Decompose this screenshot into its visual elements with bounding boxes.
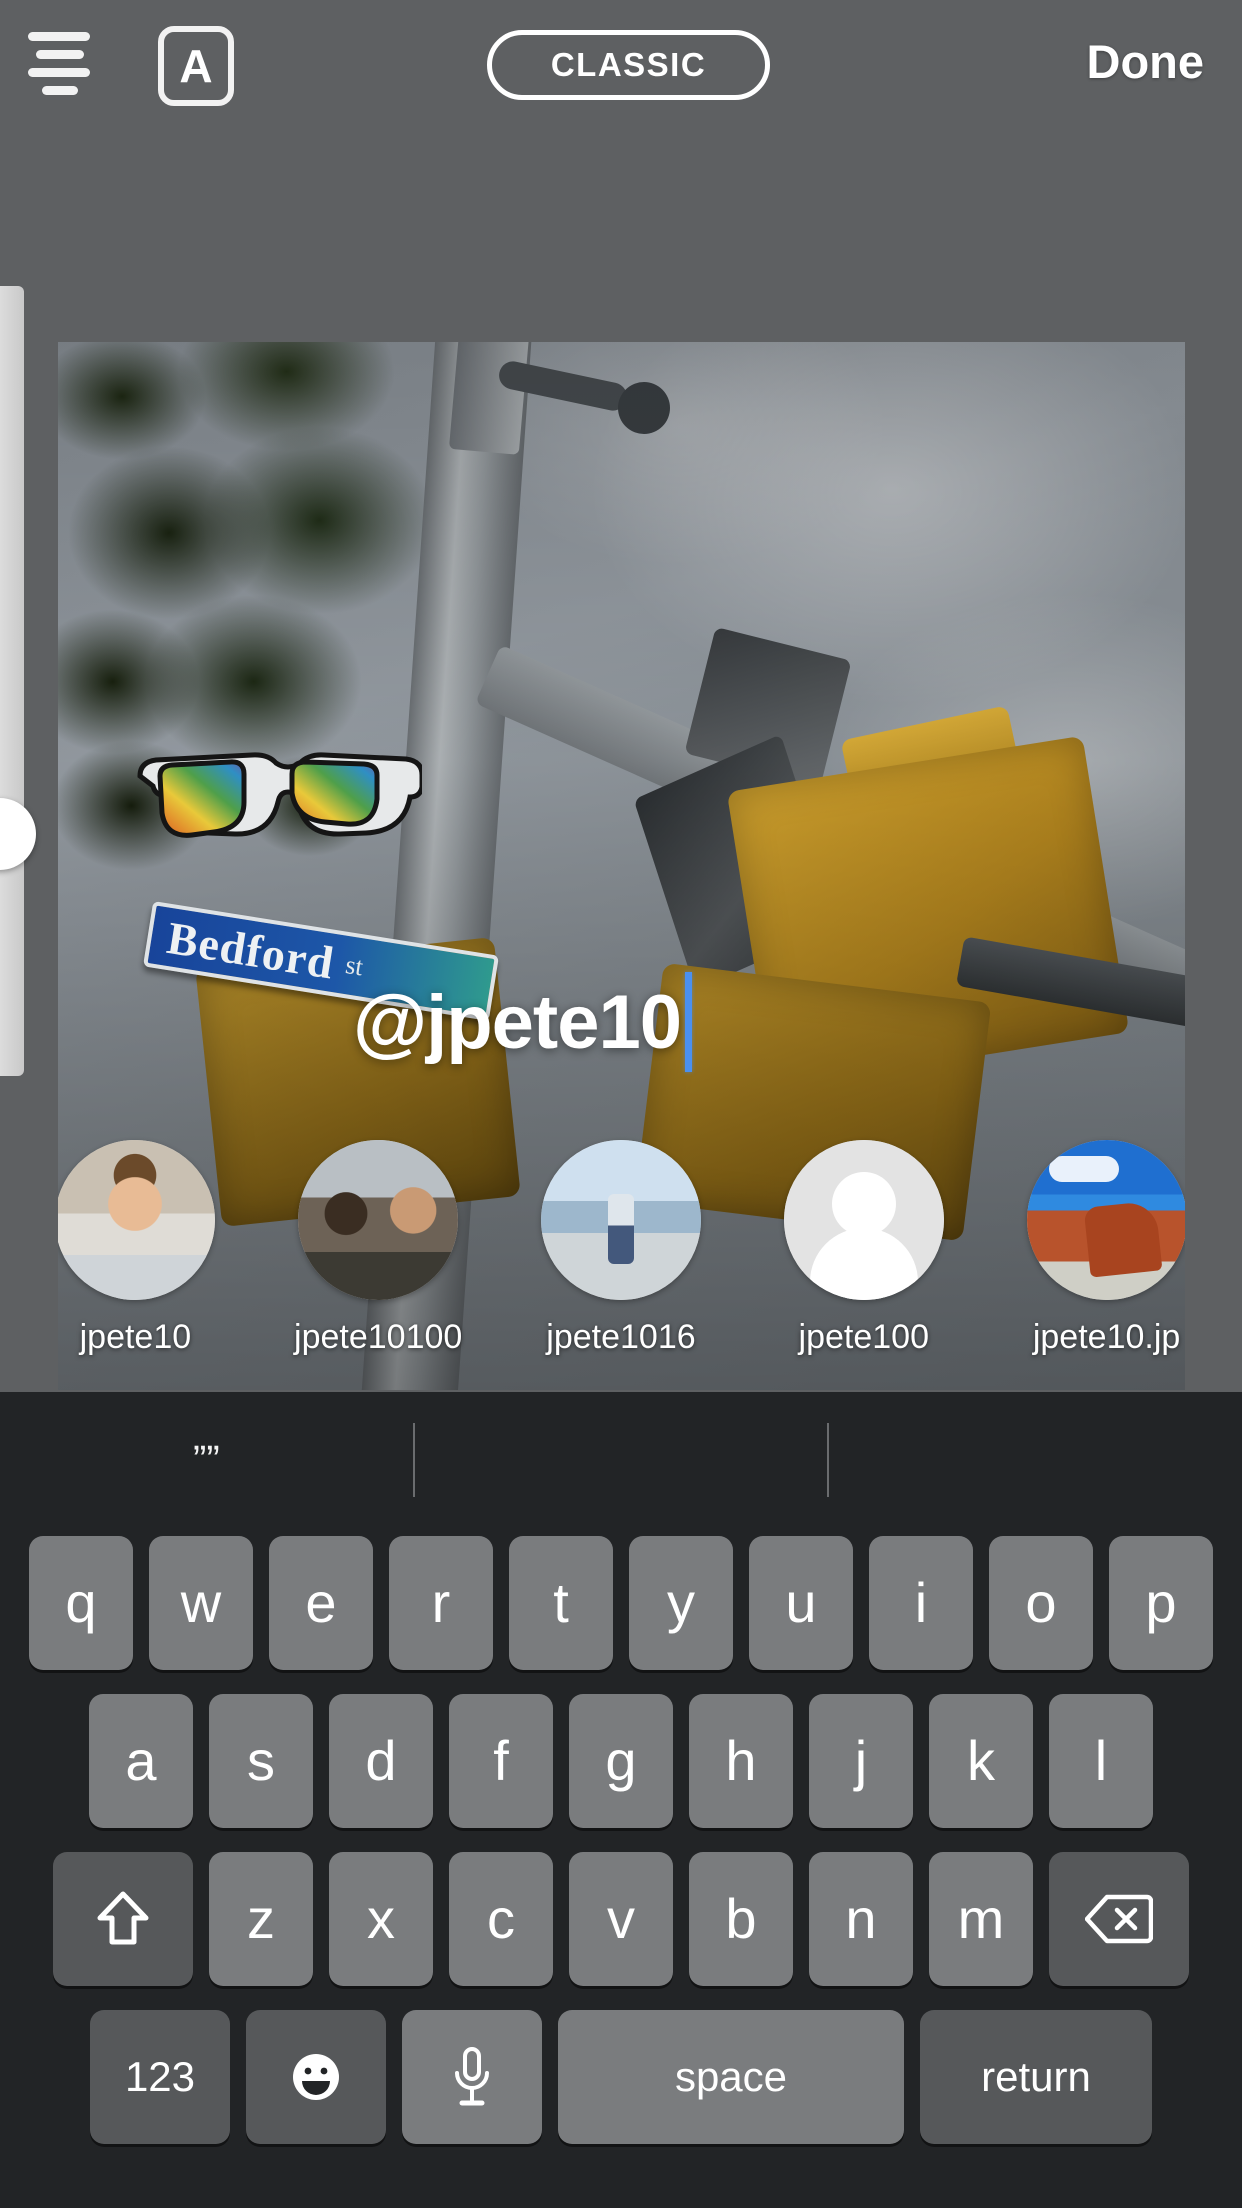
avatar-cloud-shape: [1048, 1156, 1119, 1182]
done-button[interactable]: Done: [1087, 34, 1205, 89]
avatar-ship-deck-icon: [540, 1140, 701, 1300]
done-label: Done: [1086, 35, 1205, 88]
key-h[interactable]: h: [689, 1694, 793, 1828]
key-d[interactable]: d: [329, 1694, 433, 1828]
return-key[interactable]: return: [920, 2010, 1152, 2144]
microphone-icon: [455, 2047, 489, 2106]
font-box-label: A: [179, 40, 213, 92]
key-i[interactable]: i: [869, 1536, 973, 1670]
align-line-1: [28, 32, 90, 41]
key-t[interactable]: t: [509, 1536, 613, 1670]
backspace-icon: [1085, 1894, 1153, 1944]
key-x[interactable]: x: [329, 1852, 433, 1986]
avatar-two-people-icon: [298, 1140, 459, 1300]
rainbow-sunglasses-sticker[interactable]: [132, 750, 425, 858]
key-m[interactable]: m: [929, 1852, 1033, 1986]
align-line-4: [42, 86, 78, 95]
story-text-overlay[interactable]: @jpete10: [353, 972, 693, 1072]
key-q[interactable]: q: [29, 1536, 133, 1670]
mention-suggestion-item[interactable]: jpete10.jp: [998, 1140, 1185, 1357]
avatar: [298, 1140, 459, 1300]
key-a[interactable]: a: [89, 1694, 193, 1828]
suggestion-slot-3[interactable]: [829, 1392, 1242, 1528]
story-photo-canvas[interactable]: Bedford st @jpete10 jpete10 jpete10100 j…: [58, 342, 1185, 1390]
sunglasses-icon: [137, 752, 425, 838]
avatar-default-placeholder-icon: [783, 1140, 944, 1300]
text-color-background-button[interactable]: A: [158, 26, 234, 106]
key-g[interactable]: g: [569, 1694, 673, 1828]
mention-username: jpete10100: [294, 1318, 463, 1356]
mention-username: jpete1016: [546, 1318, 696, 1356]
mention-username: jpete100: [798, 1318, 930, 1356]
key-j[interactable]: j: [809, 1694, 913, 1828]
align-line-3: [28, 68, 90, 77]
mention-suggestion-item[interactable]: jpete10: [58, 1140, 244, 1357]
font-style-label: CLASSIC: [550, 46, 707, 83]
mention-username: jpete10.jp: [1032, 1318, 1181, 1356]
on-screen-keyboard: ”” q w e r t y u i o p a s d f g h j k l…: [0, 1392, 1242, 2208]
shift-key[interactable]: [53, 1852, 193, 1986]
overlay-text-value: @jpete10: [353, 979, 682, 1065]
mention-suggestion-item[interactable]: jpete1016: [512, 1140, 730, 1357]
keyboard-suggestion-bar: ””: [0, 1392, 1242, 1528]
text-align-icon[interactable]: [22, 32, 108, 102]
key-n[interactable]: n: [809, 1852, 913, 1986]
keyboard-row-4: 123 space return: [0, 2010, 1242, 2144]
avatar-red-rocks-icon: [1026, 1140, 1185, 1300]
avatar: [783, 1140, 944, 1300]
avatar: [58, 1140, 216, 1300]
story-text-editor-screen: A CLASSIC Done Bedford st @jpete10 jpete…: [0, 0, 1242, 2208]
keyboard-key-rows: q w e r t y u i o p a s d f g h j k l z …: [0, 1536, 1242, 2144]
key-v[interactable]: v: [569, 1852, 673, 1986]
shift-icon: [97, 1891, 149, 1945]
key-z[interactable]: z: [209, 1852, 313, 1986]
mention-username: jpete10: [79, 1318, 192, 1356]
emoji-key[interactable]: [246, 2010, 386, 2144]
keyboard-row-2: a s d f g h j k l: [0, 1694, 1242, 1828]
avatar-man-glasses-icon: [58, 1140, 216, 1300]
numbers-key[interactable]: 123: [90, 2010, 230, 2144]
key-c[interactable]: c: [449, 1852, 553, 1986]
suggestion-slot-1[interactable]: ””: [0, 1392, 413, 1528]
suggestion-slot-2[interactable]: [415, 1392, 828, 1528]
text-size-slider[interactable]: [0, 286, 36, 1076]
key-r[interactable]: r: [389, 1536, 493, 1670]
key-f[interactable]: f: [449, 1694, 553, 1828]
key-w[interactable]: w: [149, 1536, 253, 1670]
align-line-2: [36, 50, 84, 59]
mention-suggestions-row: jpete10 jpete10100 jpete1016 jpete100 jp…: [58, 1140, 1185, 1390]
slider-knob[interactable]: [0, 798, 36, 870]
key-l[interactable]: l: [1049, 1694, 1153, 1828]
mention-suggestion-item[interactable]: jpete100: [755, 1140, 973, 1357]
avatar-rock-shape: [1083, 1200, 1163, 1278]
placeholder-body: [809, 1228, 918, 1300]
keyboard-row-3: z x c v b n m: [0, 1852, 1242, 1986]
slider-track[interactable]: [0, 286, 24, 1076]
key-k[interactable]: k: [929, 1694, 1033, 1828]
editor-toolbar: A CLASSIC Done: [0, 0, 1242, 132]
mention-suggestion-item[interactable]: jpete10100: [269, 1140, 487, 1357]
dictation-key[interactable]: [402, 2010, 542, 2144]
emoji-icon: [293, 2054, 339, 2100]
avatar: [540, 1140, 701, 1300]
key-o[interactable]: o: [989, 1536, 1093, 1670]
font-style-button[interactable]: CLASSIC: [487, 30, 770, 100]
key-u[interactable]: u: [749, 1536, 853, 1670]
key-y[interactable]: y: [629, 1536, 733, 1670]
key-e[interactable]: e: [269, 1536, 373, 1670]
avatar: [1026, 1140, 1185, 1300]
space-key[interactable]: space: [558, 2010, 904, 2144]
keyboard-row-1: q w e r t y u i o p: [0, 1536, 1242, 1670]
placeholder-head: [831, 1172, 896, 1236]
key-s[interactable]: s: [209, 1694, 313, 1828]
key-b[interactable]: b: [689, 1852, 793, 1986]
text-caret: [685, 972, 693, 1072]
backspace-key[interactable]: [1049, 1852, 1189, 1986]
key-p[interactable]: p: [1109, 1536, 1213, 1670]
avatar-person-shape: [607, 1194, 634, 1265]
